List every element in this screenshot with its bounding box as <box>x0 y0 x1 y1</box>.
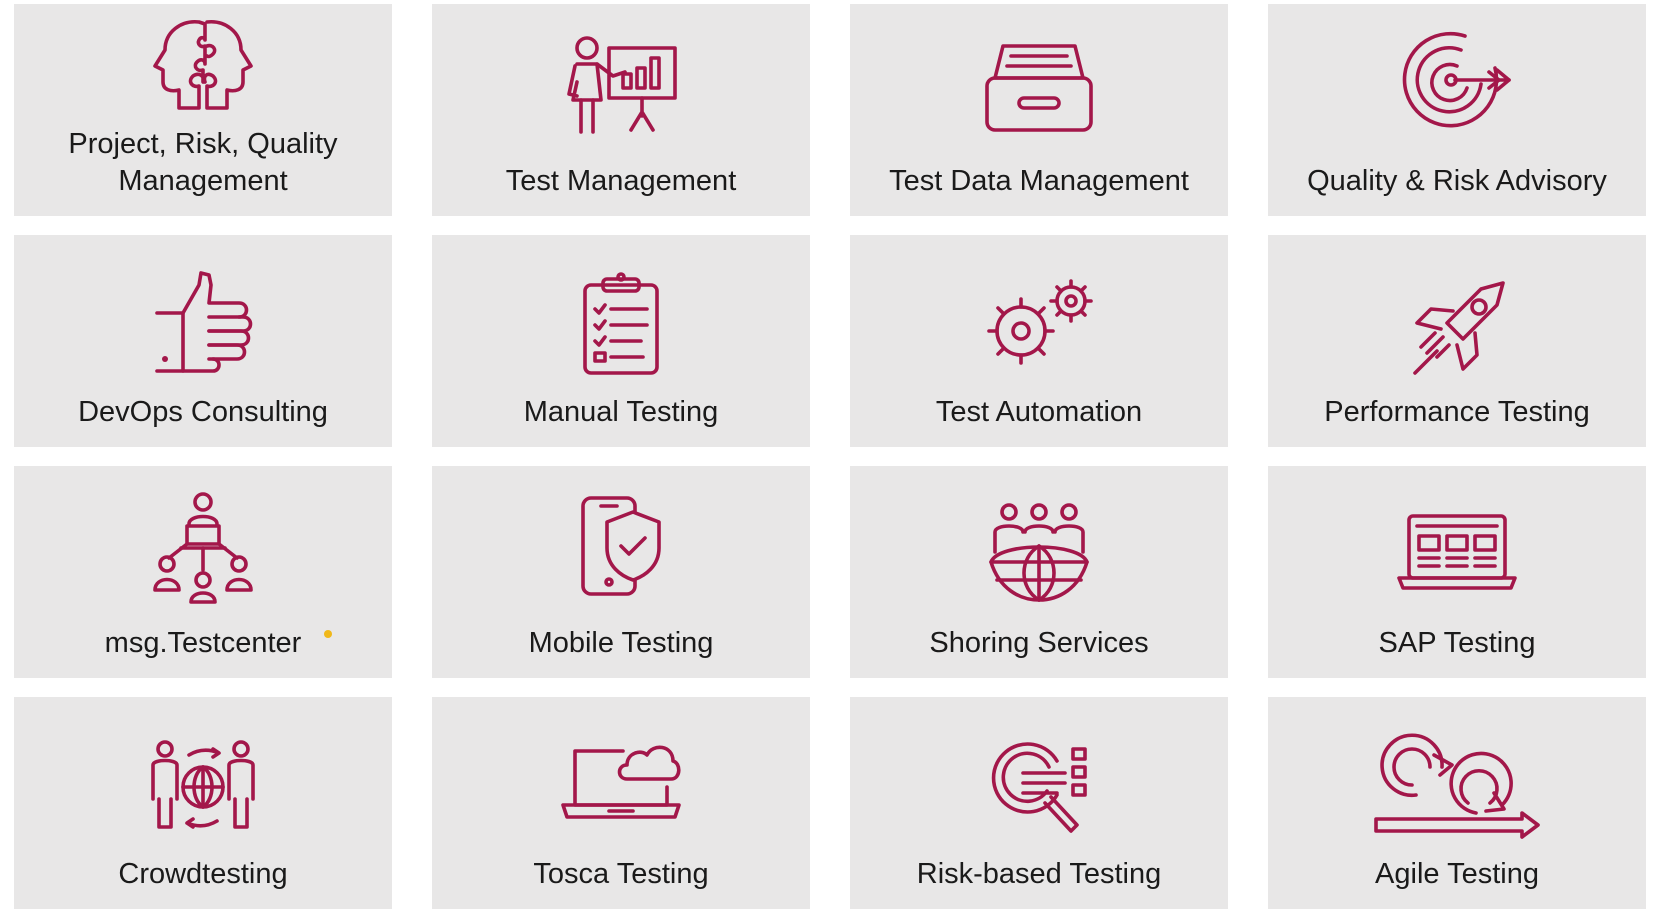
tile-label: Test Automation <box>935 396 1143 428</box>
service-tile-agile-testing[interactable]: Agile Testing <box>1268 697 1646 909</box>
tile-label: Performance Testing <box>1324 396 1590 428</box>
tile-label: Manual Testing <box>523 396 719 428</box>
target-arrow-icon <box>1402 31 1511 128</box>
thumbs-up-icon <box>155 271 253 373</box>
tile-label: Test Data Management <box>889 165 1189 197</box>
service-tile-performance-testing[interactable]: Performance Testing <box>1268 235 1646 447</box>
people-globe-exchange-icon <box>151 740 255 829</box>
archive-drawer-icon <box>985 44 1093 132</box>
phone-shield-icon <box>581 496 661 596</box>
presenter-chart-icon <box>567 36 677 134</box>
service-tile-test-management[interactable]: Test Management <box>432 4 810 216</box>
magnifier-list-icon <box>991 742 1087 833</box>
tile-label: SAP Testing <box>1378 627 1536 659</box>
team-network-icon <box>153 492 253 604</box>
tile-label: Agile Testing <box>1375 858 1539 890</box>
service-tile-tosca-testing[interactable]: Tosca Testing <box>432 697 810 909</box>
service-tile-mobile-testing[interactable]: Mobile Testing <box>432 466 810 678</box>
tile-label: Test Management <box>505 165 737 197</box>
tile-label: msg.Testcenter <box>104 627 302 659</box>
service-tile-quality-risk-advisory[interactable]: Quality & Risk Advisory <box>1268 4 1646 216</box>
agile-cycle-icon <box>1374 733 1540 839</box>
service-tile-test-data-management[interactable]: Test Data Management <box>850 4 1228 216</box>
service-tile-crowdtesting[interactable]: Crowdtesting <box>14 697 392 909</box>
gears-icon <box>987 279 1093 365</box>
tile-label: Crowdtesting <box>118 858 288 890</box>
tile-label: Project, Risk, Quality Management <box>68 128 338 197</box>
rocket-icon <box>1413 281 1505 375</box>
laptop-icon <box>1397 514 1517 590</box>
service-tile-test-automation[interactable]: Test Automation <box>850 235 1228 447</box>
highlight-dot <box>324 630 332 638</box>
tile-label: Mobile Testing <box>528 627 714 659</box>
service-tile-shoring-services[interactable]: Shoring Services <box>850 466 1228 678</box>
tile-label: Risk-based Testing <box>916 858 1162 890</box>
service-tile-sap-testing[interactable]: SAP Testing <box>1268 466 1646 678</box>
tile-label: Quality & Risk Advisory <box>1307 165 1607 197</box>
clipboard-checklist-icon <box>583 272 659 375</box>
service-tile-risk-based-testing[interactable]: Risk-based Testing <box>850 697 1228 909</box>
tile-label: Tosca Testing <box>533 858 709 890</box>
tile-label: DevOps Consulting <box>78 396 328 428</box>
service-tile-manual-testing[interactable]: Manual Testing <box>432 235 810 447</box>
puzzle-heads-icon <box>153 20 253 110</box>
service-tile-devops-consulting[interactable]: DevOps Consulting <box>14 235 392 447</box>
laptop-cloud-icon <box>561 745 681 819</box>
service-tile-msg-testcenter[interactable]: msg.Testcenter <box>14 466 392 678</box>
tile-label: Shoring Services <box>929 627 1149 659</box>
people-globe-icon <box>989 503 1089 602</box>
service-tile-project-risk-quality[interactable]: Project, Risk, Quality Management <box>14 4 392 216</box>
